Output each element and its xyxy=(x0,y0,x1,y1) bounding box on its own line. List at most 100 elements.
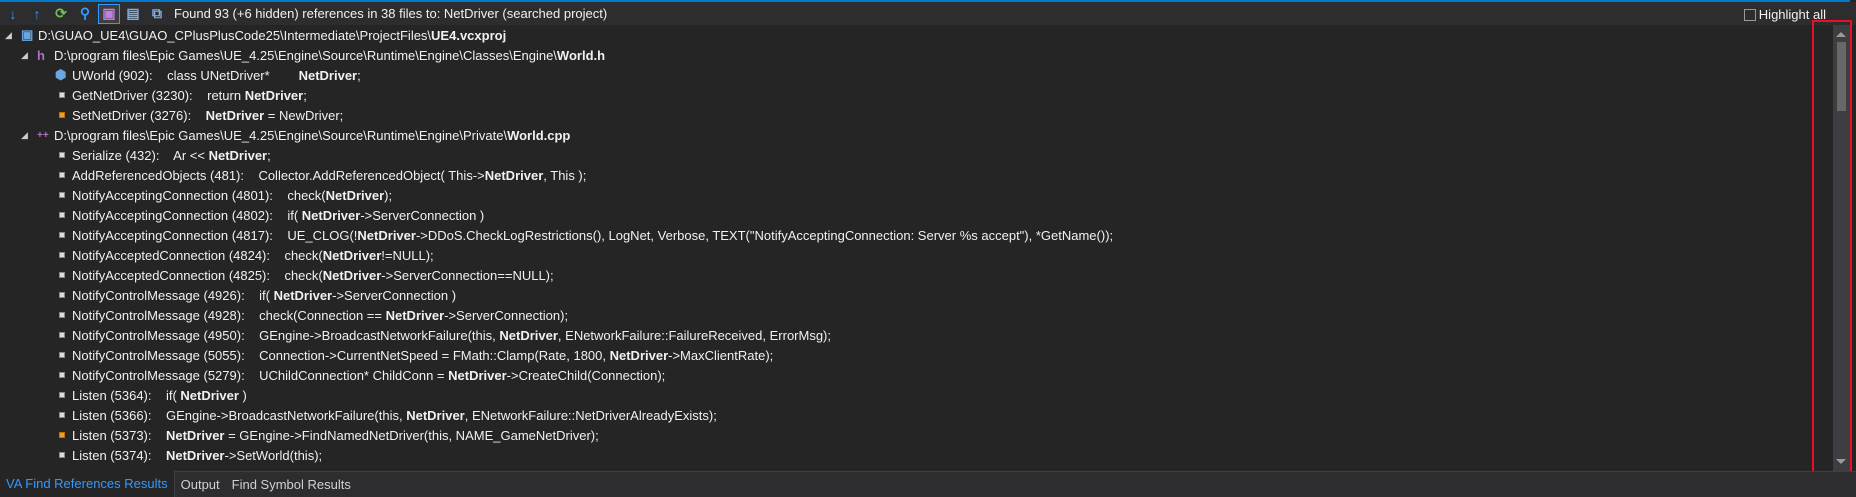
expand-arrow-icon[interactable]: ◢ xyxy=(21,130,28,141)
reference-location: Listen (5366): xyxy=(72,407,166,423)
code-text: ) xyxy=(238,387,247,403)
reference-text: NotifyControlMessage (4926): if( NetDriv… xyxy=(72,288,456,303)
file-node[interactable]: ◢ h D:\program files\Epic Games\UE_4.25\En… xyxy=(0,45,1833,65)
reference-item[interactable]: NotifyControlMessage (5055): Connection-… xyxy=(0,345,1833,365)
project-node[interactable]: ◢ ▣ D:\GUAO_UE4\GUAO_CPlusPlusCode25\Inter… xyxy=(0,25,1833,45)
code-text: if( xyxy=(165,387,181,403)
matched-symbol: NetDriver xyxy=(484,167,544,183)
reference-item[interactable]: ⬢ UWorld (902): class UNetDriver* NetDriv… xyxy=(0,65,1833,85)
code-text: ->ServerConnection ) xyxy=(332,287,457,303)
code-text: Collector.AddReferencedObject( This-> xyxy=(258,167,485,183)
matched-symbol: NetDriver xyxy=(406,407,465,423)
code-text: , ENetworkFailure::NetDriverAlreadyExist… xyxy=(464,407,717,423)
matched-symbol: NetDriver xyxy=(273,287,333,303)
reference-item[interactable]: Listen (5364): if( NetDriver ) xyxy=(0,385,1833,405)
read-reference-icon xyxy=(59,372,65,378)
reference-text: Listen (5364): if( NetDriver ) xyxy=(72,388,247,403)
expand-arrow-icon[interactable]: ◢ xyxy=(21,50,28,61)
reference-item[interactable]: NotifyAcceptingConnection (4801): check(… xyxy=(0,185,1833,205)
reference-text: NotifyControlMessage (4950): GEngine->Br… xyxy=(72,328,831,343)
reference-item[interactable]: Listen (5366): GEngine->BroadcastNetwork… xyxy=(0,405,1833,425)
reference-item[interactable]: Listen (5373): NetDriver = GEngine->Find… xyxy=(0,425,1833,445)
read-reference-icon xyxy=(59,252,65,258)
find-button[interactable]: ⚲ xyxy=(74,4,96,24)
read-reference-icon xyxy=(59,312,65,318)
reference-item[interactable]: Serialize (432): Ar << NetDriver; xyxy=(0,145,1833,165)
matched-symbol: NetDriver xyxy=(609,347,669,363)
read-reference-icon xyxy=(59,392,65,398)
read-reference-icon xyxy=(59,192,65,198)
code-text: if( xyxy=(287,207,302,223)
reference-location: NotifyControlMessage (5279): xyxy=(72,367,260,383)
group-by-file-icon: ▤ xyxy=(126,5,140,21)
matched-symbol: NetDriver xyxy=(180,387,239,403)
code-text: ->ServerConnection ) xyxy=(360,207,485,223)
reference-item[interactable]: NotifyControlMessage (5279): UChildConne… xyxy=(0,365,1833,385)
matched-symbol: NetDriver xyxy=(205,107,265,123)
reference-location: NotifyAcceptingConnection (4817): xyxy=(72,227,288,243)
code-text: ->MaxClientRate); xyxy=(668,347,774,363)
reference-item[interactable]: NotifyAcceptingConnection (4802): if( Ne… xyxy=(0,205,1833,225)
project-icon: ▣ xyxy=(21,27,34,42)
code-text: ->ServerConnection); xyxy=(444,307,569,323)
code-text: ->ServerConnection==NULL); xyxy=(381,267,554,283)
reference-location: UWorld (902): xyxy=(72,67,168,83)
reference-item[interactable]: AddReferencedObjects (481): Collector.Ad… xyxy=(0,165,1833,185)
refresh-button[interactable]: ⟳ xyxy=(50,4,72,24)
code-text: ; xyxy=(267,147,271,163)
code-text: !=NULL); xyxy=(381,247,434,263)
reference-item[interactable]: NotifyAcceptingConnection (4817): UE_CLO… xyxy=(0,225,1833,245)
reference-location: GetNetDriver (3230): xyxy=(72,87,208,103)
code-text: return xyxy=(207,87,245,103)
read-reference-icon xyxy=(59,452,65,458)
reference-item[interactable]: NotifyAcceptedConnection (4825): check(N… xyxy=(0,265,1833,285)
code-text: ->CreateChild(Connection); xyxy=(506,367,666,383)
reference-location: NotifyControlMessage (4926): xyxy=(72,287,260,303)
reference-item[interactable]: NotifyControlMessage (4926): if( NetDriv… xyxy=(0,285,1833,305)
checkbox-icon[interactable] xyxy=(1743,8,1756,21)
matched-symbol: World.cpp xyxy=(507,127,571,143)
reference-location: AddReferencedObjects (481): xyxy=(72,167,259,183)
reference-item[interactable]: NotifyControlMessage (4950): GEngine->Br… xyxy=(0,325,1833,345)
tab-output[interactable]: Output xyxy=(175,472,226,497)
show-context-button[interactable]: ⧉ xyxy=(146,4,168,24)
read-reference-icon xyxy=(59,352,65,358)
reference-item[interactable]: NotifyControlMessage (4928): check(Conne… xyxy=(0,305,1833,325)
toolbar: ↓ ↑ ⟳ ⚲ ▣ ▤ ⧉ Found 93 (+6 hidden) references … xyxy=(0,2,1856,25)
reference-text: NotifyAcceptingConnection (4817): UE_CLO… xyxy=(72,228,1113,243)
references-tree[interactable]: ◢ ▣ D:\GUAO_UE4\GUAO_CPlusPlusCode25\Inter… xyxy=(0,25,1833,471)
code-text: D:\GUAO_UE4\GUAO_CPlusPlusCode25\Interme… xyxy=(38,27,432,43)
code-text: if( xyxy=(259,287,274,303)
reference-item[interactable]: GetNetDriver (3230): return NetDriver; xyxy=(0,85,1833,105)
tab-find-symbol-results[interactable]: Find Symbol Results xyxy=(226,472,357,497)
read-reference-icon xyxy=(59,212,65,218)
reference-item[interactable]: SetNetDriver (3276): NetDriver = NewDriv… xyxy=(0,105,1833,125)
file-node[interactable]: ◢ ++ D:\program files\Epic Games\UE_4.25\E… xyxy=(0,125,1833,145)
group-by-file-button[interactable]: ▤ xyxy=(122,4,144,24)
highlight-annotation-box xyxy=(1812,20,1852,490)
code-text: GEngine->BroadcastNetworkFailure(this, xyxy=(259,327,500,343)
matched-symbol: UE4.vcxproj xyxy=(431,27,507,43)
reference-item[interactable]: NotifyAcceptedConnection (4824): check(N… xyxy=(0,245,1833,265)
group-by-project-button[interactable]: ▣ xyxy=(98,3,120,24)
reference-location: Listen (5374): xyxy=(72,447,166,463)
matched-symbol: NetDriver xyxy=(322,247,382,263)
reference-text: Listen (5366): GEngine->BroadcastNetwork… xyxy=(72,408,717,423)
code-text: ->SetWorld(this); xyxy=(224,447,323,463)
reference-location: NotifyAcceptedConnection (4825): xyxy=(72,267,285,283)
matched-symbol: NetDriver xyxy=(385,307,445,323)
next-result-button[interactable]: ↓ xyxy=(2,4,24,24)
expand-arrow-icon[interactable]: ◢ xyxy=(5,30,12,41)
read-reference-icon xyxy=(59,172,65,178)
matched-symbol: NetDriver xyxy=(325,187,385,203)
reference-item[interactable]: Listen (5374): NetDriver->SetWorld(this)… xyxy=(0,445,1833,465)
find-icon: ⚲ xyxy=(79,5,91,21)
reference-text: NotifyAcceptingConnection (4802): if( Ne… xyxy=(72,208,484,223)
tab-va-find-references[interactable]: VA Find References Results xyxy=(0,470,175,497)
code-text: ; xyxy=(357,67,361,83)
code-text: check(Connection == xyxy=(259,307,386,323)
previous-result-button[interactable]: ↑ xyxy=(26,4,48,24)
code-text: , ENetworkFailure::FailureReceived, Erro… xyxy=(557,327,831,343)
reference-text: GetNetDriver (3230): return NetDriver; xyxy=(72,88,307,103)
code-text: D:\program files\Epic Games\UE_4.25\Engi… xyxy=(54,47,557,63)
